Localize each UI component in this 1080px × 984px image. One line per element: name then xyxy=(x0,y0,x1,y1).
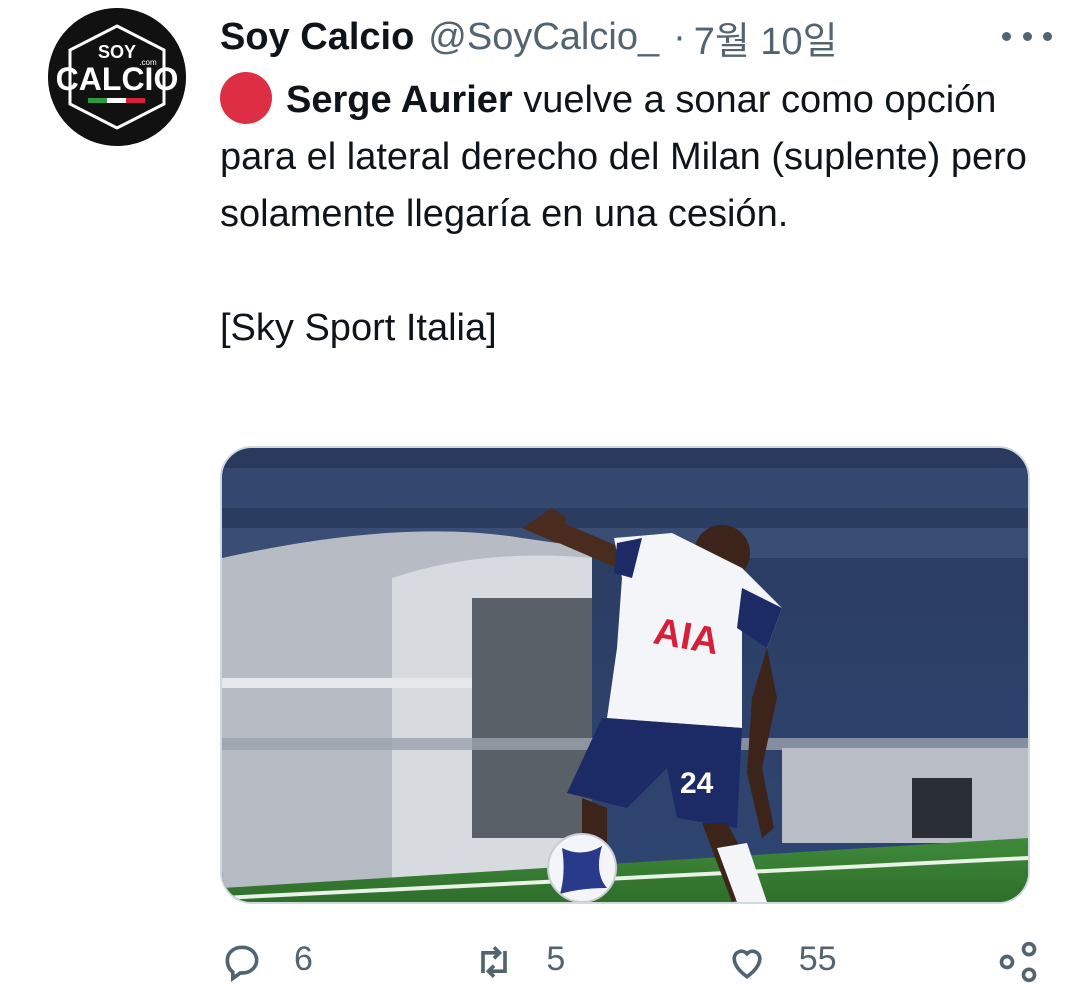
like-button[interactable]: 55 xyxy=(725,940,837,979)
share-button[interactable] xyxy=(996,940,1040,983)
retweet-count: 5 xyxy=(546,940,566,978)
retweet-icon xyxy=(481,946,508,978)
reply-count: 6 xyxy=(294,940,313,978)
soycalcio-logo: SOY CALCIO .com xyxy=(48,8,186,146)
logo-suffix-text: .com xyxy=(139,58,157,67)
share-icon xyxy=(999,941,1037,983)
separator: · xyxy=(673,15,686,58)
author-name[interactable]: Soy Calcio xyxy=(220,16,414,59)
author-handle[interactable]: @SoyCalcio_ xyxy=(428,16,659,59)
tweet-actions: 6 5 55 xyxy=(220,940,1040,983)
like-count: 55 xyxy=(798,940,837,978)
reply-icon xyxy=(225,945,259,983)
tweet-text: Serge Aurier vuelve a sonar como opción … xyxy=(220,72,1040,357)
more-icon[interactable] xyxy=(1002,22,1052,50)
retweet-button[interactable]: 5 xyxy=(472,940,565,978)
logo-main-text: CALCIO xyxy=(56,61,179,97)
mention-name: Serge Aurier xyxy=(286,79,513,121)
tweet-source: [Sky Sport Italia] xyxy=(220,307,497,349)
like-icon xyxy=(732,949,762,979)
reply-button[interactable]: 6 xyxy=(220,940,313,983)
tweet-media[interactable]: AIA 24 xyxy=(220,446,1030,904)
red-circle-icon xyxy=(220,72,272,124)
avatar[interactable]: SOY CALCIO .com xyxy=(48,8,186,146)
shorts-number: 24 xyxy=(680,767,714,800)
tweet-header: Soy Calcio @SoyCalcio_ · 7월 10일 xyxy=(220,10,1060,65)
tweet-date[interactable]: 7월 10일 xyxy=(694,10,838,65)
logo-top-text: SOY xyxy=(98,42,136,62)
player-photo: AIA 24 xyxy=(222,448,1028,902)
